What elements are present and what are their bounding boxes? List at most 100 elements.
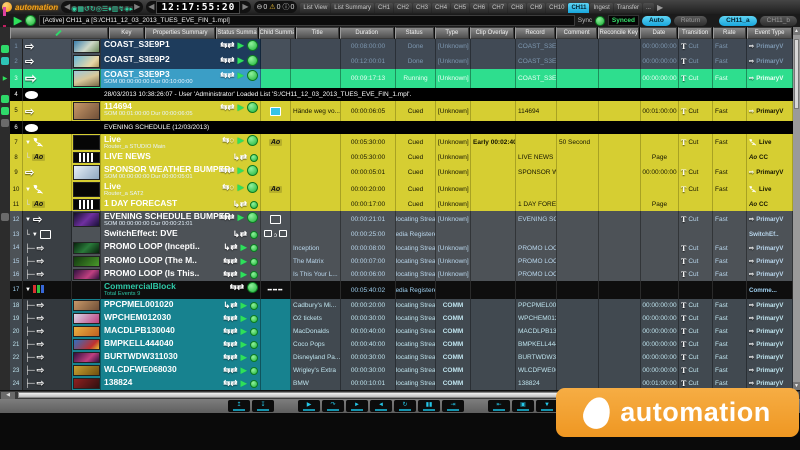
column-header-date[interactable]: Date — [640, 27, 677, 39]
playlist-row[interactable]: 20├─⇨MACDLPB130040⇆⇄▶MacDonalds00:00:40:… — [10, 325, 793, 338]
row-icon-cell[interactable]: ⇨ — [23, 164, 72, 181]
cue-up-icon[interactable]: ↥ — [228, 400, 250, 412]
playlist-row[interactable]: 11└Ao1 DAY FORECAST↳⇄00:00:17:00Cued[Unk… — [10, 198, 793, 211]
tab-ch5[interactable]: CH5 — [451, 3, 469, 13]
row-icon-cell[interactable]: ⇨ — [23, 101, 72, 121]
playlist-row[interactable]: 428/03/2013 10:38:26:07 - User 'Administ… — [10, 88, 793, 101]
event-type-cell[interactable]: Live — [747, 134, 793, 151]
strip-clock-icon[interactable] — [1, 57, 9, 65]
list-play-icon[interactable]: ▶ — [14, 14, 22, 27]
properties-summary-cell[interactable]: WLCDFWE068030⇆⇄▶ — [101, 364, 261, 377]
event-type-cell[interactable]: ⇨PrimaryV — [747, 241, 793, 255]
event-type-cell[interactable]: ⇨PrimaryV — [747, 101, 793, 121]
row-icon-cell[interactable]: ├─⇨ — [23, 364, 72, 377]
event-type-cell[interactable]: ⇨PrimaryV — [747, 325, 793, 338]
properties-summary-cell[interactable]: PROMO LOOP (Is This..⇆⇄▶ — [101, 268, 261, 281]
row-icon-cell[interactable]: ▼ — [23, 281, 72, 299]
properties-summary-cell[interactable]: PROMO LOOP (Incepti..↳⇄▶ — [101, 241, 261, 255]
row-icon-cell[interactable]: └Ao — [23, 198, 72, 211]
column-header-title[interactable]: Title — [296, 27, 339, 39]
column-header-event-type[interactable]: Event Type — [747, 27, 792, 39]
row-icon-cell[interactable]: └Ao — [23, 151, 72, 164]
playlist-row[interactable]: 13└▼SwitchEffect: DVE↳⇄ ɔ 00:00:25:00Med… — [10, 228, 793, 241]
playlist-row[interactable]: 23├─⇨WLCDFWE068030⇆⇄▶Wrigley's Extra00:0… — [10, 364, 793, 377]
event-type-cell[interactable]: ⇨PrimaryV — [747, 351, 793, 364]
properties-summary-cell[interactable]: MACDLPB130040⇆⇄▶ — [101, 325, 261, 338]
redo-icon[interactable]: ↻ — [90, 6, 96, 13]
tools-icon[interactable]: ◈ — [124, 6, 129, 13]
column-header-transition[interactable]: Transition — [678, 27, 711, 39]
return-button[interactable]: Return — [674, 16, 708, 26]
playlist-row[interactable]: 16├─⇨PROMO LOOP (Is This..⇆⇄▶Is This You… — [10, 268, 793, 281]
properties-summary-cell[interactable]: EVENING SCHEDULE BUMPERSOM 00:00:00:00 D… — [101, 211, 261, 228]
vertical-scrollbar[interactable]: ▲ ▼ — [793, 27, 800, 390]
playlist-row[interactable]: 17▼CommercialBlockTotal Events 9⇆⇄╍╍╍00:… — [10, 281, 793, 299]
event-type-cell[interactable]: ⇨PrimaryV — [747, 164, 793, 181]
eject-icon[interactable]: ▼ — [536, 400, 558, 412]
tab-list-view[interactable]: List View — [300, 3, 330, 13]
properties-summary-cell[interactable]: 1 DAY FORECAST↳⇄ — [101, 198, 261, 211]
row-icon-cell[interactable]: ├─⇨ — [23, 377, 72, 390]
expand-triangle-icon[interactable]: ▼ — [32, 232, 38, 238]
end-icon[interactable]: ⇥ — [442, 400, 464, 412]
row-icon-cell[interactable]: ⇨ — [23, 69, 72, 88]
tab-ch9[interactable]: CH9 — [527, 3, 545, 13]
playlist-row[interactable]: 18├─⇨PPCPMEL001020↳⇄▶Cadbury's Mi...00:0… — [10, 299, 793, 312]
playlist-row[interactable]: 15├─⇨PROMO LOOP (The M..⇆⇄▶The Matrix00:… — [10, 255, 793, 268]
error-indicator[interactable]: ⊖0 — [257, 3, 268, 11]
move-left-icon[interactable]: ⇤ — [488, 400, 510, 412]
row-icon-cell[interactable]: ├─⇨ — [23, 325, 72, 338]
event-type-cell[interactable]: ⇨PrimaryV — [747, 39, 793, 54]
properties-summary-cell[interactable]: PPCPMEL001020↳⇄▶ — [101, 299, 261, 312]
event-type-cell[interactable]: ⇨PrimaryV — [747, 54, 793, 69]
monitor-icon[interactable]: ▸ — [130, 6, 134, 13]
row-icon-cell[interactable]: ⇨ — [23, 39, 72, 54]
info-indicator[interactable]: ⓘ0 — [282, 2, 294, 12]
row-icon-cell[interactable]: ▼⇨ — [23, 211, 72, 228]
tab-ch1[interactable]: CH1 — [375, 3, 393, 13]
tab-transfer[interactable]: Transfer — [614, 3, 642, 13]
tab--[interactable]: ... — [643, 3, 654, 13]
skip-last-icon[interactable]: ◄ — [370, 400, 392, 412]
toolbar-left-cap-icon[interactable]: ◀ — [64, 1, 70, 13]
row-icon-cell[interactable]: ▼ — [23, 181, 72, 198]
vertical-scroll-thumb[interactable] — [794, 39, 799, 109]
properties-summary-cell[interactable]: BMPKELL444040⇆⇄▶ — [101, 338, 261, 351]
event-type-cell[interactable]: SwitchEf.. — [747, 228, 793, 241]
tab-ch7[interactable]: CH7 — [489, 3, 507, 13]
event-type-cell[interactable]: ⇨PrimaryV — [747, 299, 793, 312]
properties-summary-cell[interactable]: COAST_S3E9P2⇆⇄▶ — [101, 54, 261, 69]
tab-ch6[interactable]: CH6 — [470, 3, 488, 13]
toolbar-right-cap-icon[interactable]: ▶ — [134, 1, 140, 13]
tab-ch10[interactable]: CH10 — [546, 3, 567, 13]
row-icon-cell[interactable]: ├─⇨ — [23, 268, 72, 281]
take-icon[interactable]: ▶ — [298, 400, 320, 412]
properties-summary-cell[interactable]: LiveRouter_a SAT2⇆○▶ — [101, 181, 261, 198]
event-type-cell[interactable]: Live — [747, 181, 793, 198]
channel-b-button[interactable]: CH11_b — [760, 16, 797, 26]
row-icon-cell[interactable]: └▼ — [23, 228, 72, 241]
properties-summary-cell[interactable]: LIVE NEWS↳⇄ — [101, 151, 261, 164]
tab-ch2[interactable]: CH2 — [394, 3, 412, 13]
auto-button[interactable]: Auto — [642, 16, 671, 26]
strip-misc-icon[interactable] — [1, 119, 9, 127]
column-header-duration[interactable]: Duration — [340, 27, 394, 39]
playlist-row[interactable]: 22├─⇨BURTWDW311030⇆⇄▶Disneyland Pa...00:… — [10, 351, 793, 364]
column-header-status-summary[interactable]: Status Summary — [216, 27, 257, 39]
strip-server-icon[interactable] — [1, 107, 9, 115]
recue-icon[interactable]: ↷ — [322, 400, 344, 412]
playlist-row[interactable]: 2⇨COAST_S3E9P2⇆⇄▶00:12:00:01Done[Unknown… — [10, 54, 793, 69]
playlist-row[interactable]: 19├─⇨WPCHEM012030⇆⇄▶O2 tickets00:00:30:0… — [10, 312, 793, 325]
undo-icon[interactable]: ↺ — [84, 6, 90, 13]
column-header-comment[interactable]: Comment — [556, 27, 597, 39]
list-ready-icon[interactable] — [25, 15, 36, 26]
event-type-cell[interactable]: Comme... — [747, 281, 793, 299]
row-icon-cell[interactable]: ├─⇨ — [23, 299, 72, 312]
row-icon-cell[interactable] — [23, 88, 72, 101]
event-type-cell[interactable]: ⇨PrimaryV — [747, 211, 793, 228]
expand-triangle-icon[interactable]: ▼ — [25, 187, 31, 193]
properties-summary-cell[interactable]: CommercialBlockTotal Events 9⇆⇄ — [101, 281, 261, 299]
active-list-field[interactable]: [Active] CH11_a [S:/CH11_12_03_2013_TUES… — [39, 15, 575, 26]
strip-tool-icon[interactable] — [1, 45, 9, 53]
row-icon-cell[interactable]: ⇨ — [23, 54, 72, 69]
